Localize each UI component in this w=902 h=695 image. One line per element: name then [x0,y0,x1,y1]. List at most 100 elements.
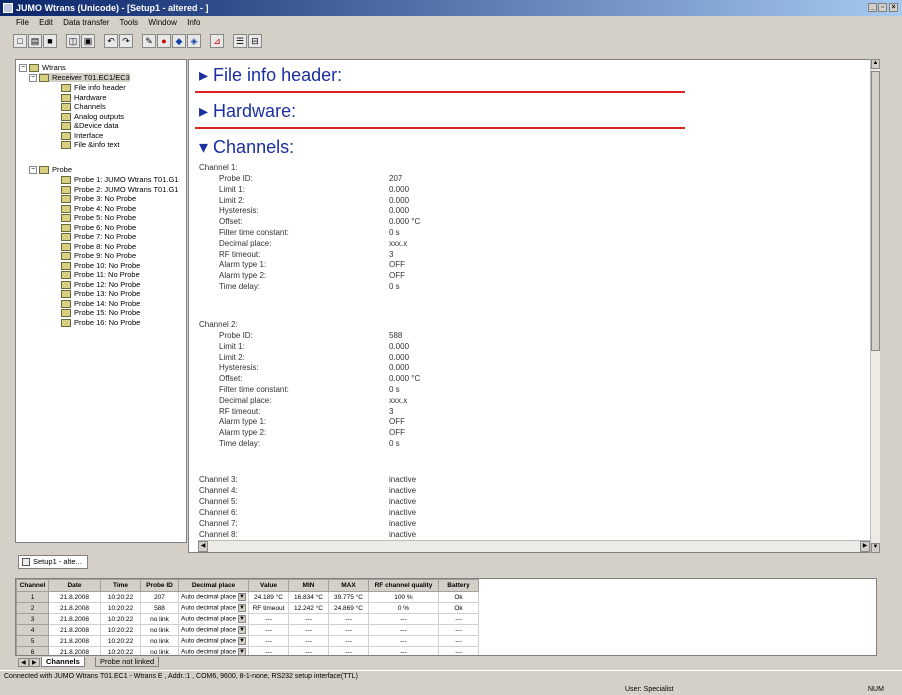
tree-item[interactable]: Hardware [61,93,107,102]
table-row[interactable]: 5 21.8.2008 10:20:22 no link Auto decimal pl… [16,635,479,647]
scroll-right-icon[interactable]: ▶ [860,541,870,552]
dropdown-arrow-icon[interactable]: ▼ [237,637,246,645]
tree-item[interactable]: File &info text [61,140,119,150]
menu-window[interactable]: Window [148,18,176,27]
tree-probe-item[interactable]: Probe 16: No Probe [61,318,140,327]
tree-probe-item[interactable]: Probe 5: No Probe [61,213,136,223]
tree-probe[interactable]: Probe [39,165,72,175]
maximize-icon[interactable]: ▫ [878,3,887,12]
tab-probe-not-linked[interactable]: Probe not linked [95,657,160,667]
tree-probe-item[interactable]: Probe 8: No Probe [61,242,136,251]
menu-file[interactable]: File [16,18,29,27]
tree-probe-item[interactable]: Probe 9: No Probe [61,251,136,261]
table-cell[interactable]: Auto decimal place ▼ [178,624,249,636]
tree-probe-item[interactable]: Probe 7: No Probe [61,232,136,242]
tree-probe-item[interactable]: Probe 1: JUMO Wtrans T01.G1 [61,175,178,185]
tree-probe-item[interactable]: Probe 15: No Probe [61,308,140,318]
menu-tools[interactable]: Tools [119,18,138,27]
horizontal-scrollbar[interactable]: ◀ ▶ [198,540,870,552]
tree-item[interactable]: Analog outputs [61,112,124,121]
table-cell[interactable]: Auto decimal place ▼ [178,646,249,655]
dropdown-arrow-icon[interactable]: ▼ [237,626,246,634]
table-cell[interactable]: Auto decimal place ▼ [178,591,249,603]
section-file-info-header[interactable]: ▸ File info header: [199,64,342,86]
edit-icon[interactable]: ✎ [142,34,156,48]
tree-probe-item[interactable]: Probe 2: JUMO Wtrans T01.G1 [61,185,178,194]
tree-probe-item[interactable]: Probe 12: No Probe [61,280,140,289]
section-hardware[interactable]: ▸ Hardware: [199,100,296,122]
node-icon [61,214,71,223]
tree-root[interactable]: Wtrans [29,63,66,73]
menu-edit[interactable]: Edit [39,18,53,27]
record-icon[interactable]: ● [157,34,171,48]
scroll-down-icon[interactable]: ▼ [871,543,880,553]
open-file-icon[interactable]: ▤ [28,34,42,48]
vertical-scrollbar[interactable]: ▲ ▼ [870,59,880,553]
tree-probe-item[interactable]: Probe 14: No Probe [61,299,140,308]
undo-icon[interactable]: ↶ [104,34,118,48]
column-header[interactable]: Battery [438,579,479,592]
tab-channels[interactable]: Channels [41,657,85,667]
transfer-up-icon[interactable]: ◆ [172,34,186,48]
tile-vertical-icon[interactable]: ⊟ [248,34,262,48]
tree-probe-item[interactable]: Probe 10: No Probe [61,261,140,270]
tree-probe-item[interactable]: Probe 3: No Probe [61,194,136,204]
table-cell[interactable]: Auto decimal place ▼ [178,602,249,614]
menu-data-transfer[interactable]: Data transfer [63,18,109,27]
tile-horizontal-icon[interactable]: ☰ [233,34,247,48]
tree-probe-item[interactable]: Probe 11: No Probe [61,270,140,280]
new-file-icon[interactable]: □ [13,34,27,48]
table-cell[interactable]: Auto decimal place ▼ [178,613,249,625]
column-header[interactable]: MAX [328,579,369,592]
table-cell: --- [248,624,289,636]
dropdown-arrow-icon[interactable]: ▼ [237,648,246,655]
tab-scroll-right-icon[interactable]: ▶ [29,658,40,667]
print-preview-icon[interactable]: ◫ [66,34,80,48]
scroll-thumb[interactable] [871,71,880,351]
dropdown-arrow-icon[interactable]: ▼ [237,604,246,612]
collapse-icon[interactable]: − [19,64,27,72]
minimize-icon[interactable]: _ [868,3,877,12]
tree-item[interactable]: Interface [61,131,103,140]
scroll-left-icon[interactable]: ◀ [198,541,208,552]
transfer-down-icon[interactable]: ◈ [187,34,201,48]
menu-info[interactable]: Info [187,18,200,27]
tree-probe-item[interactable]: Probe 6: No Probe [61,223,136,232]
close-icon[interactable]: × [889,3,898,12]
print-icon[interactable]: ▣ [81,34,95,48]
tree-probe-item[interactable]: Probe 13: No Probe [61,289,140,299]
dropdown-arrow-icon[interactable]: ▼ [237,615,246,623]
tree-probe-item[interactable]: Probe 4: No Probe [61,204,136,213]
column-header[interactable]: Decimal place [178,579,249,592]
table-row[interactable]: 4 21.8.2008 10:20:22 no link Auto decimal pl… [16,624,479,636]
column-header[interactable]: Date [48,579,101,592]
column-header[interactable]: Probe ID [140,579,179,592]
table-row[interactable]: 2 21.8.2008 10:20:22 588 Auto decimal place ▼… [16,602,479,614]
menu-bar: File Edit Data transfer Tools Window Inf… [0,16,902,30]
section-channels[interactable]: ▾ Channels: [199,136,294,158]
tree-item[interactable]: Channels [61,102,106,112]
tree-item[interactable]: File info header [61,83,126,93]
redo-icon[interactable]: ↷ [119,34,133,48]
signal-icon[interactable]: ⊿ [210,34,224,48]
scroll-up-icon[interactable]: ▲ [871,59,880,69]
dropdown-arrow-icon[interactable]: ▼ [237,593,246,601]
table-cell[interactable]: Auto decimal place ▼ [178,635,249,647]
column-header[interactable]: Time [100,579,141,592]
tree-receiver[interactable]: Receiver T01.EC1/EC3 [39,73,130,83]
column-header[interactable]: Channel [16,579,49,592]
collapse-icon[interactable]: − [29,166,37,174]
save-icon[interactable]: ■ [43,34,57,48]
tree-item[interactable]: &Device data [61,121,119,131]
column-header[interactable]: RF channel quality [368,579,439,592]
table-row[interactable]: 1 21.8.2008 10:20:22 207 Auto decimal place ▼… [16,591,479,603]
table-row[interactable]: 6 21.8.2008 10:20:22 no link Auto decimal pl… [16,646,479,655]
collapse-icon[interactable]: − [29,74,37,82]
table-row[interactable]: 3 21.8.2008 10:20:22 no link Auto decimal pl… [16,613,479,625]
document-tab[interactable]: Setup1 - alte... [18,555,88,569]
column-header[interactable]: MIN [288,579,329,592]
channel-param-label: Offset: [219,217,243,227]
tab-scroll-left-icon[interactable]: ◀ [18,658,29,667]
decimal-place-value: Auto decimal place [181,593,236,601]
column-header[interactable]: Value [248,579,289,592]
